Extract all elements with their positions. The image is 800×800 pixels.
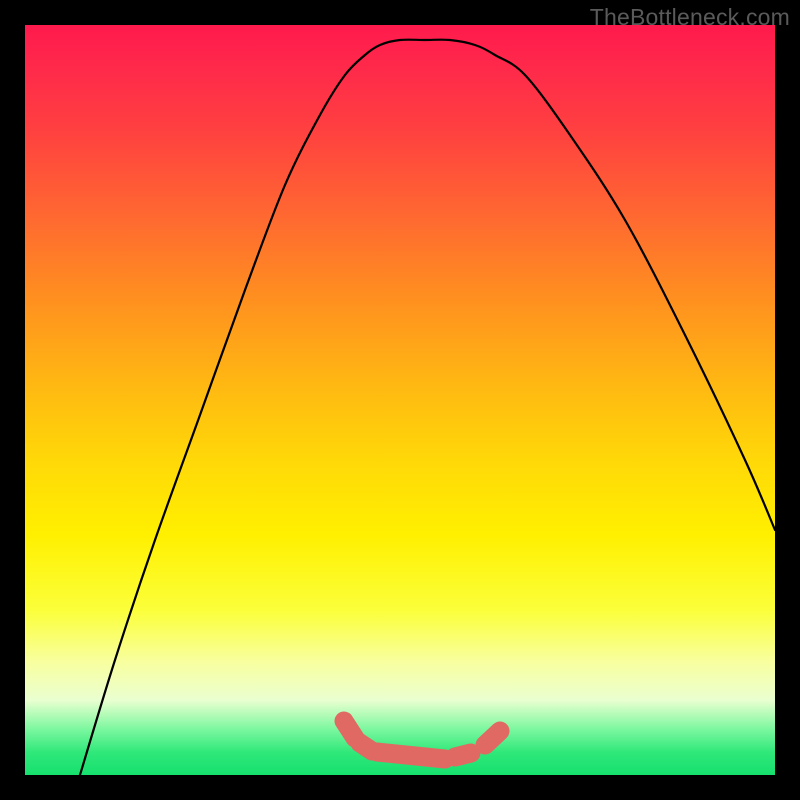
curve-svg [25,25,775,775]
bottleneck-curve [80,40,775,775]
band-segment [344,721,355,738]
band-segment [455,753,471,757]
plot-area [25,25,775,775]
band-segment [377,752,445,759]
chart-frame: TheBottleneck.com [0,0,800,800]
band-segment [485,731,500,745]
sweet-spot-band [344,721,500,759]
